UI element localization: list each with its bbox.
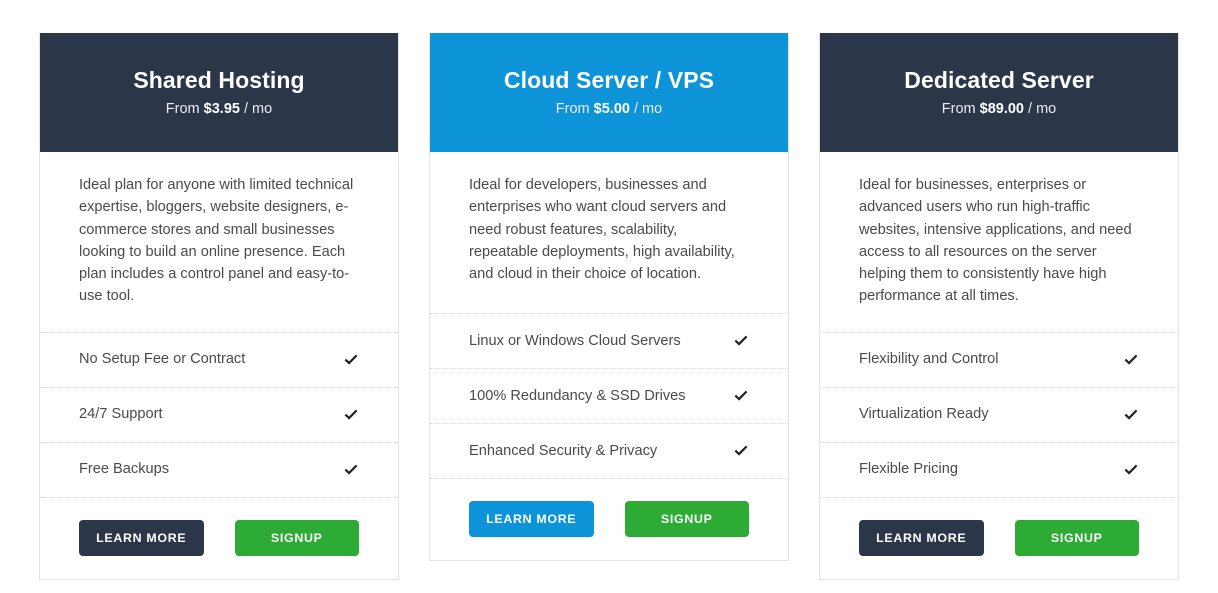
feature-row: Flexibility and Control (820, 333, 1178, 388)
plan-description: Ideal for developers, businesses and ent… (430, 152, 788, 314)
plan-header: Cloud Server / VPS From $5.00 / mo (430, 33, 788, 152)
plan-title: Dedicated Server (904, 67, 1094, 95)
price-amount: $5.00 (594, 101, 630, 117)
price-suffix: / mo (1028, 101, 1056, 117)
check-icon (343, 407, 359, 423)
pricing-table: Shared Hosting From $3.95 / mo Ideal pla… (0, 0, 1218, 593)
signup-button[interactable]: SIGNUP (235, 520, 360, 556)
check-icon (343, 352, 359, 368)
feature-row: No Setup Fee or Contract (40, 333, 398, 388)
plan-actions: LEARN MORE SIGNUP (820, 498, 1178, 579)
plan-card-dedicated-server: Dedicated Server From $89.00 / mo Ideal … (819, 33, 1179, 580)
price-suffix: / mo (634, 101, 662, 117)
feature-label: No Setup Fee or Contract (79, 350, 245, 369)
plan-price: From $3.95 / mo (166, 101, 272, 118)
check-icon (733, 388, 749, 404)
feature-row: Flexible Pricing (820, 443, 1178, 498)
check-icon (733, 443, 749, 459)
feature-label: Virtualization Ready (859, 405, 989, 424)
plan-price: From $5.00 / mo (556, 101, 662, 118)
price-prefix: From (166, 101, 200, 117)
check-icon (343, 462, 359, 478)
feature-row: 100% Redundancy & SSD Drives (430, 369, 788, 424)
feature-label: 100% Redundancy & SSD Drives (469, 387, 686, 406)
feature-row: Virtualization Ready (820, 388, 1178, 443)
learn-more-button[interactable]: LEARN MORE (469, 501, 594, 537)
check-icon (733, 333, 749, 349)
feature-label: Flexibility and Control (859, 350, 999, 369)
feature-label: Linux or Windows Cloud Servers (469, 332, 681, 351)
feature-label: 24/7 Support (79, 405, 163, 424)
plan-actions: LEARN MORE SIGNUP (40, 498, 398, 579)
feature-label: Enhanced Security & Privacy (469, 442, 657, 461)
check-icon (1123, 462, 1139, 478)
plan-title: Cloud Server / VPS (504, 67, 714, 95)
feature-label: Free Backups (79, 460, 169, 479)
plan-header: Dedicated Server From $89.00 / mo (820, 33, 1178, 152)
plan-price: From $89.00 / mo (942, 101, 1056, 118)
feature-row: Linux or Windows Cloud Servers (430, 314, 788, 369)
feature-row: 24/7 Support (40, 388, 398, 443)
plan-description: Ideal for businesses, enterprises or adv… (820, 152, 1178, 333)
signup-button[interactable]: SIGNUP (625, 501, 750, 537)
plan-description: Ideal plan for anyone with limited techn… (40, 152, 398, 333)
check-icon (1123, 352, 1139, 368)
check-icon (1123, 407, 1139, 423)
plan-card-cloud-server-vps: Cloud Server / VPS From $5.00 / mo Ideal… (429, 33, 789, 561)
price-suffix: / mo (244, 101, 272, 117)
feature-label: Flexible Pricing (859, 460, 958, 479)
feature-row: Enhanced Security & Privacy (430, 424, 788, 479)
plan-card-shared-hosting: Shared Hosting From $3.95 / mo Ideal pla… (39, 33, 399, 580)
plan-header: Shared Hosting From $3.95 / mo (40, 33, 398, 152)
price-prefix: From (556, 101, 590, 117)
learn-more-button[interactable]: LEARN MORE (79, 520, 204, 556)
plan-actions: LEARN MORE SIGNUP (430, 479, 788, 560)
feature-row: Free Backups (40, 443, 398, 498)
price-prefix: From (942, 101, 976, 117)
signup-button[interactable]: SIGNUP (1015, 520, 1140, 556)
price-amount: $3.95 (204, 101, 240, 117)
learn-more-button[interactable]: LEARN MORE (859, 520, 984, 556)
price-amount: $89.00 (980, 101, 1024, 117)
plan-title: Shared Hosting (133, 67, 304, 95)
